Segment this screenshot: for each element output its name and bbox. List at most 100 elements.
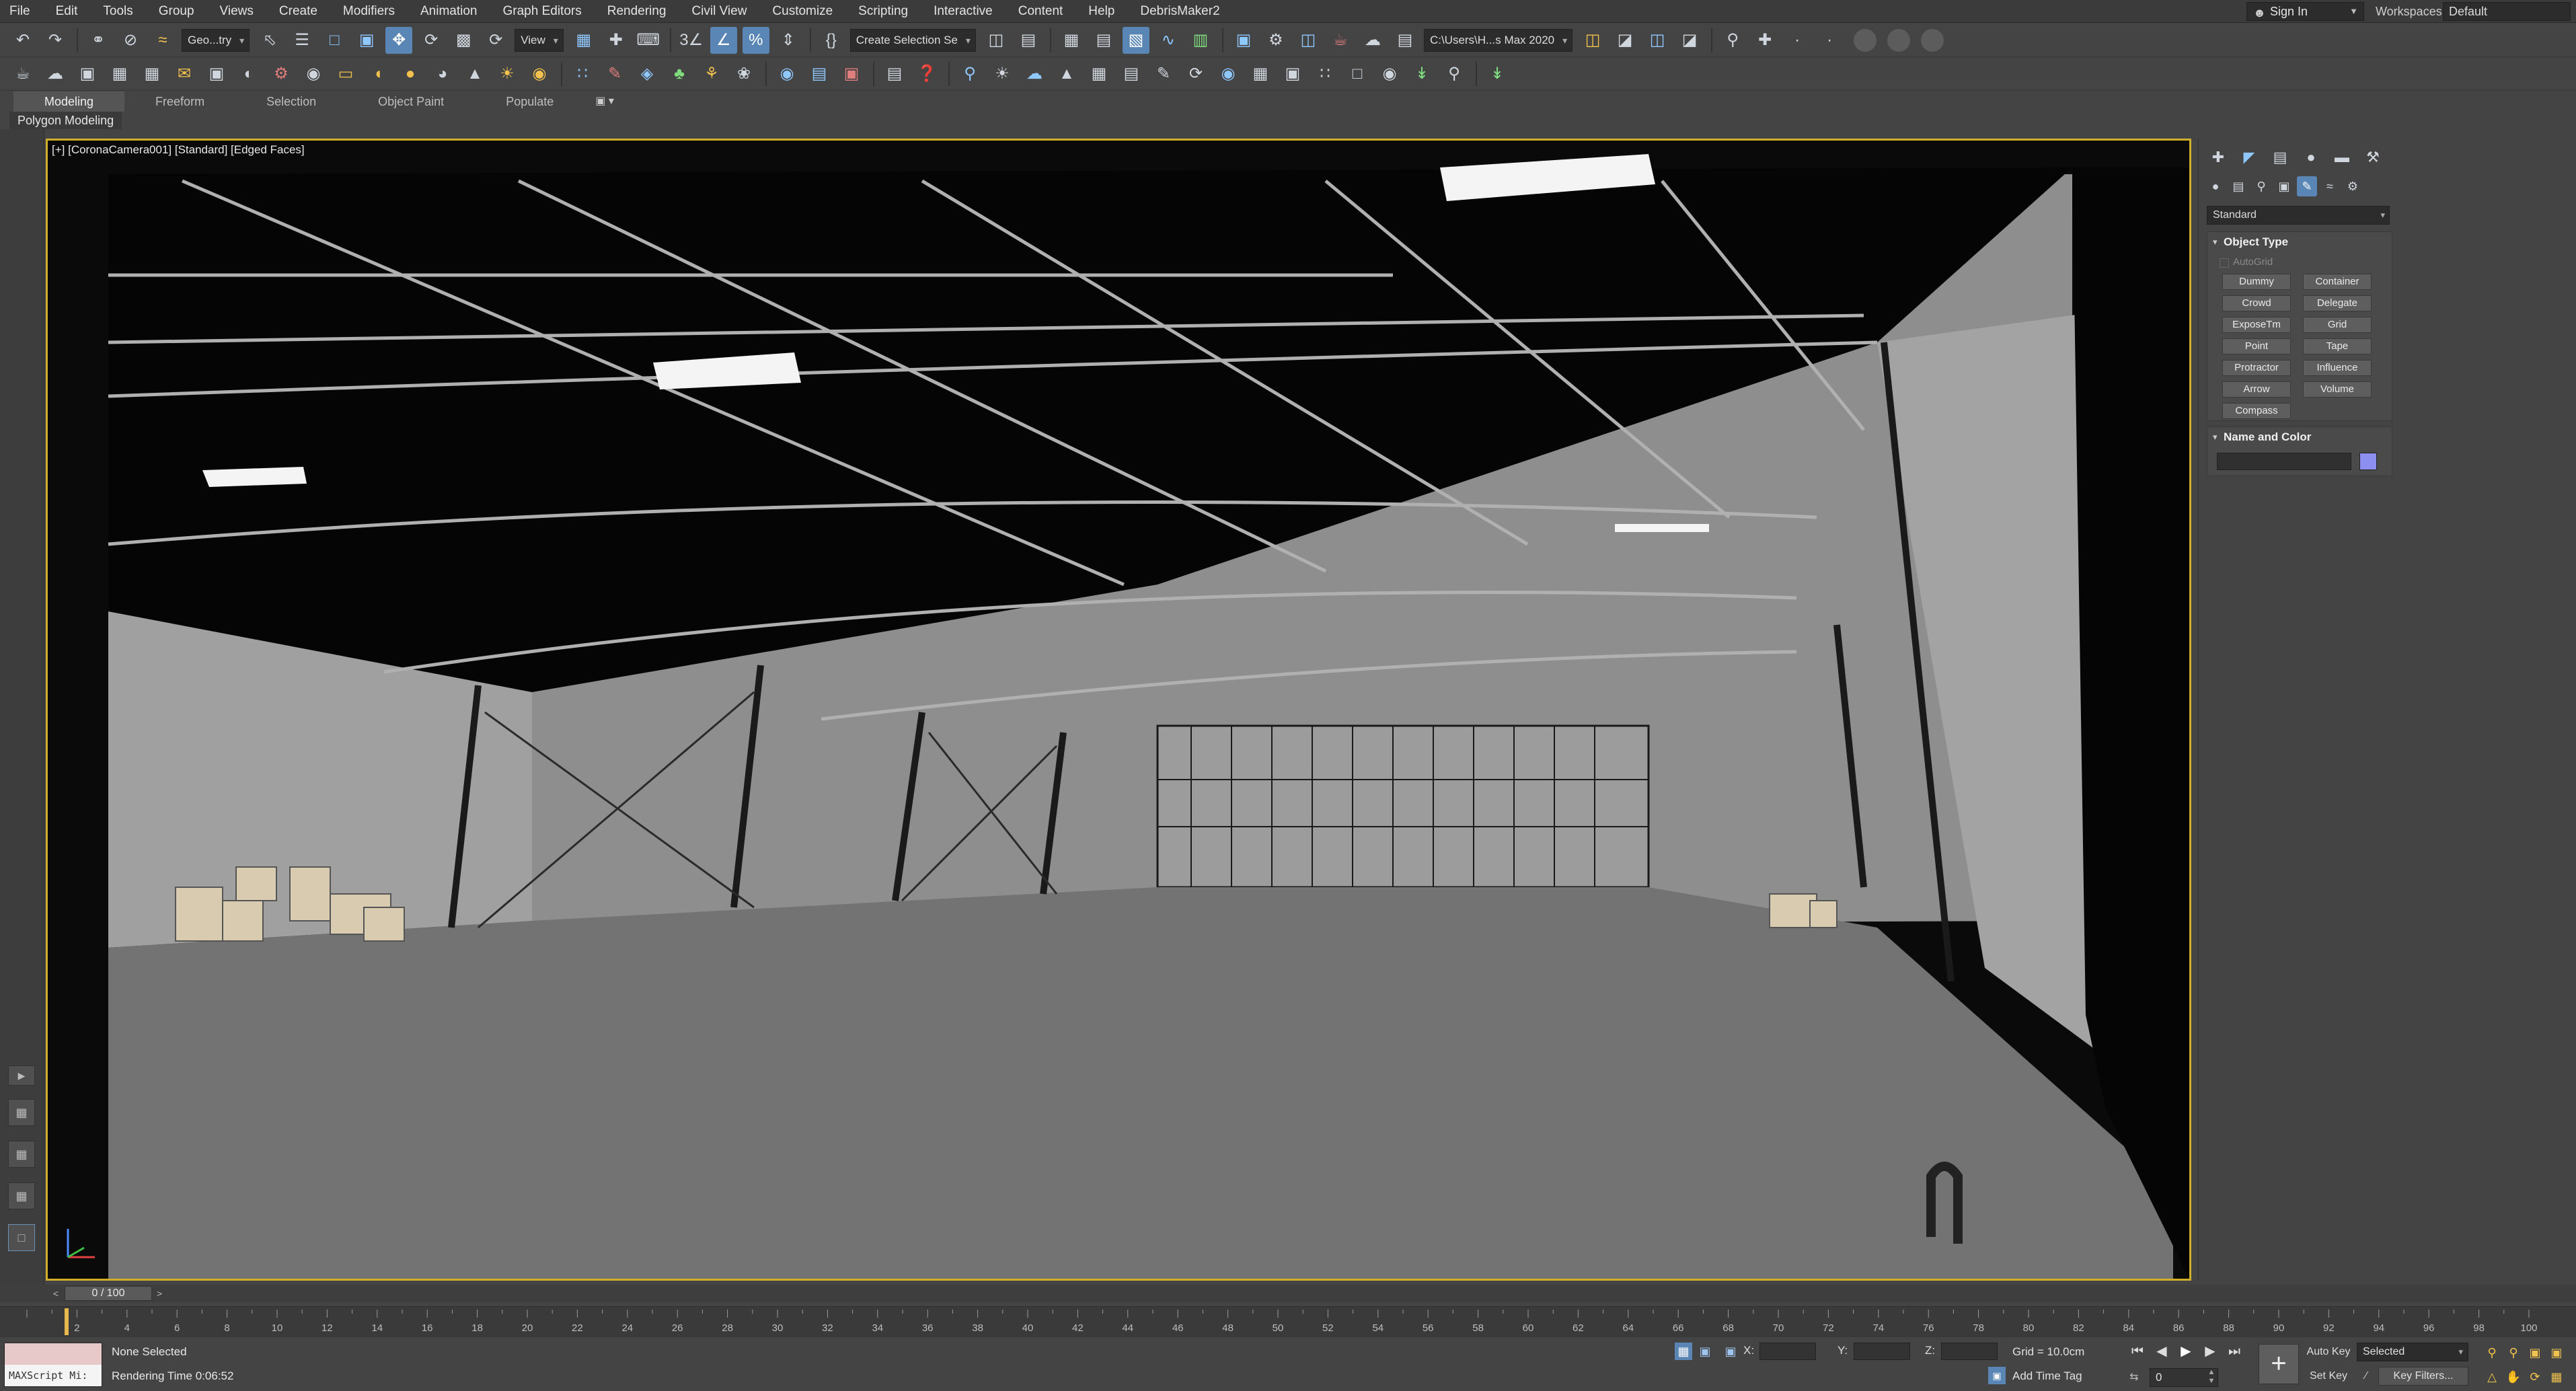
menu-graph-editors[interactable]: Graph Editors	[490, 0, 595, 23]
workspace-dropdown[interactable]: Default	[2443, 2, 2571, 21]
save-folder-icon[interactable]: ◪	[1612, 27, 1638, 54]
pan-icon[interactable]: ✋	[2503, 1367, 2524, 1387]
proxy-icon[interactable]: ◈	[634, 61, 660, 87]
curve-editor-icon[interactable]: ∿	[1155, 27, 1182, 54]
select-by-name-icon[interactable]: ☰	[289, 27, 315, 54]
key-filters-button[interactable]: Key Filters...	[2378, 1367, 2468, 1386]
tab-modeling[interactable]: Modeling	[13, 91, 125, 112]
time-tag-icon[interactable]: ▣	[1988, 1367, 2006, 1384]
shell-icon[interactable]: ❀	[730, 61, 757, 87]
influence-button[interactable]: Influence	[2303, 360, 2372, 376]
sign-in-dropdown[interactable]: ☻ Sign In ▼	[2246, 2, 2364, 21]
render-production-icon[interactable]: ☕	[1327, 27, 1354, 54]
crowd-button[interactable]: Crowd	[2222, 295, 2291, 311]
zoom-all-icon[interactable]: ⚲	[2503, 1343, 2524, 1363]
bind-spacewarp-icon[interactable]: ≈	[149, 27, 176, 54]
redo-icon[interactable]: ↷	[42, 27, 69, 54]
delegate-button[interactable]: Delegate	[2303, 295, 2372, 311]
cone-light-icon[interactable]: ▲	[461, 61, 488, 87]
sphere-icon[interactable]: ◉	[300, 61, 327, 87]
converter-icon[interactable]: ▤	[881, 61, 908, 87]
circle-button[interactable]	[1854, 28, 1877, 52]
wrench-icon[interactable]: ⚲	[1719, 27, 1746, 54]
menu-edit[interactable]: Edit	[43, 0, 91, 23]
rect-selection-icon[interactable]: □	[321, 27, 348, 54]
previous-frame-icon[interactable]: ◀	[2150, 1341, 2174, 1361]
material-editor-icon[interactable]: ▣	[1230, 27, 1257, 54]
render-setup-icon[interactable]: ⚙	[1262, 27, 1289, 54]
time-slider-next-button[interactable]: >	[152, 1287, 167, 1300]
double-chevron-icon[interactable]: ↡	[1408, 61, 1435, 87]
plane-light-icon[interactable]: ▭	[332, 61, 359, 87]
menu-help[interactable]: Help	[1075, 0, 1127, 23]
zoom-extents-all-icon[interactable]: ▣	[2546, 1343, 2567, 1363]
point-button[interactable]: Point	[2222, 338, 2291, 354]
sun-icon[interactable]: ☀	[494, 61, 521, 87]
columns-icon[interactable]: ▦	[1086, 61, 1112, 87]
menu-modifiers[interactable]: Modifiers	[330, 0, 408, 23]
protractor-button[interactable]: Protractor	[2222, 360, 2291, 376]
lamp-icon[interactable]: ⚲	[1441, 61, 1468, 87]
helpers-icon[interactable]: ✎	[2297, 176, 2317, 196]
object-color-swatch[interactable]	[2359, 453, 2377, 470]
key-selection-dropdown[interactable]: Selected	[2357, 1343, 2468, 1361]
layout-tab-icon[interactable]: ▦	[8, 1141, 35, 1168]
set-key-button[interactable]: Set Key	[2303, 1367, 2354, 1386]
camera-group-icon[interactable]: ▣	[203, 61, 230, 87]
menu-customize[interactable]: Customize	[759, 0, 845, 23]
y-coordinate-field[interactable]	[1854, 1343, 1910, 1360]
systems-icon[interactable]: ⚙	[2343, 176, 2363, 196]
layer-explorer-icon[interactable]: ▤	[1090, 27, 1117, 54]
orbit-icon[interactable]: ⟳	[2525, 1367, 2545, 1387]
transform-gizmo-icon[interactable]: ✚	[1751, 27, 1778, 54]
a360-gallery-icon[interactable]: ▤	[1392, 27, 1418, 54]
folder-settings-icon[interactable]: ◪	[1676, 27, 1703, 54]
time-slider[interactable]: < 0 / 100 >	[0, 1285, 2576, 1302]
modify-tab-icon[interactable]: ◤	[2236, 145, 2262, 170]
menu-file[interactable]: File	[0, 0, 43, 23]
time-slider-thumb[interactable]: 0 / 100	[65, 1286, 152, 1301]
go-to-start-icon[interactable]: ⏮	[2125, 1341, 2150, 1361]
display-tab-icon[interactable]: ▬	[2329, 145, 2355, 170]
percent-snap-icon[interactable]: %	[742, 26, 769, 54]
create-tab-icon[interactable]: ✚	[2205, 145, 2231, 170]
ribbon-panel-label[interactable]: Polygon Modeling	[9, 112, 122, 129]
named-selection-dropdown[interactable]: Create Selection Se	[849, 28, 976, 52]
angle-snap-icon[interactable]: ∠	[710, 26, 737, 54]
sky-icon[interactable]: ☁	[1021, 61, 1048, 87]
sun-disk-icon[interactable]: ◉	[526, 61, 553, 87]
reference-coordinate-dropdown[interactable]: View	[515, 28, 564, 52]
sphere-light-icon[interactable]: ●	[397, 61, 424, 87]
menu-scripting[interactable]: Scripting	[845, 0, 921, 23]
vfb-icon[interactable]: ▤	[806, 61, 833, 87]
unlink-icon[interactable]: ⊘	[117, 27, 144, 54]
trackbar[interactable]: 2 4 6 8 10 12 14 16 18 20 22 24 26 28 30 32 34 36 38 40 42 44…	[0, 1306, 2576, 1337]
cloud-icon[interactable]: ☁	[42, 61, 69, 87]
motion-tab-icon[interactable]: ●	[2298, 145, 2324, 170]
tree-icon[interactable]: ♣	[666, 61, 693, 87]
open-folder-icon[interactable]: ◫	[1579, 27, 1606, 54]
keyboard-shortcut-icon[interactable]: ⌨	[635, 27, 662, 54]
maximize-viewport-icon[interactable]: ▦	[2546, 1367, 2567, 1387]
bowl-icon[interactable]: ◕	[429, 61, 456, 87]
undo-icon[interactable]: ↶	[9, 27, 36, 54]
help-circle-icon[interactable]: ❓	[913, 61, 940, 87]
circle-button[interactable]	[1887, 28, 1911, 52]
window-crossing-icon[interactable]: ▣	[353, 27, 380, 54]
selection-filter-dropdown[interactable]: Geo...try	[182, 28, 250, 52]
circle-button[interactable]	[1921, 28, 1944, 52]
hierarchy-tab-icon[interactable]: ▤	[2267, 145, 2293, 170]
lock-icon[interactable]: ▣	[1696, 1343, 1714, 1360]
set-key-plus-button[interactable]: +	[2259, 1344, 2299, 1384]
cycle-icon[interactable]: ⟳	[1182, 61, 1209, 87]
snap-3d-icon[interactable]: 3∠	[678, 27, 705, 54]
tab-selection[interactable]: Selection	[235, 91, 347, 112]
frame-icon[interactable]: ▦	[106, 61, 133, 87]
edit-named-selection-icon[interactable]: {}	[818, 27, 845, 54]
menu-views[interactable]: Views	[207, 0, 266, 23]
mirror-icon[interactable]: ◫	[983, 27, 1010, 54]
auto-key-button[interactable]: Auto Key	[2303, 1343, 2354, 1361]
sun-settings-icon[interactable]: ☀	[989, 61, 1016, 87]
shelf-icon[interactable]: ▤	[1118, 61, 1145, 87]
shapes-icon[interactable]: ▤	[2228, 176, 2248, 196]
